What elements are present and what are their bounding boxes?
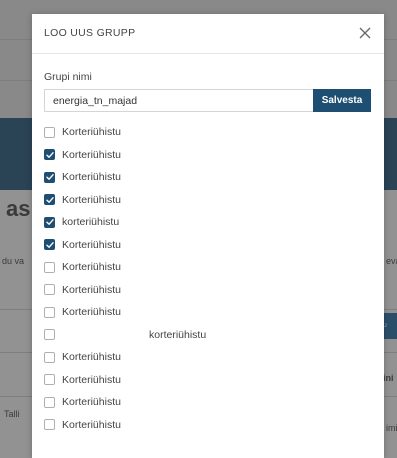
close-icon[interactable]: [355, 23, 375, 43]
modal-header: LOO UUS GRUPP: [32, 14, 384, 54]
list-item[interactable]: Korteriühistu: [44, 166, 374, 189]
group-name-input[interactable]: [44, 89, 343, 112]
checkbox[interactable]: [44, 374, 55, 386]
checkbox[interactable]: [44, 329, 55, 341]
list-item[interactable]: Korteriühistu: [44, 189, 374, 212]
list-item-label: Korteriühistu: [62, 171, 121, 184]
list-item-label: Korteriühistu: [62, 306, 121, 319]
checkmark-icon: [45, 196, 54, 203]
save-button[interactable]: Salvesta: [313, 89, 371, 112]
list-item-label: Korteriühistu: [62, 418, 121, 431]
checkmark-icon: [45, 174, 54, 181]
checkbox[interactable]: [44, 306, 55, 318]
list-item-label: korteriühistu: [149, 328, 207, 341]
checkmark-icon: [45, 219, 54, 226]
checkbox[interactable]: [44, 171, 55, 183]
checkbox[interactable]: [44, 149, 55, 161]
checkmark-icon: [45, 241, 54, 248]
checkbox[interactable]: [44, 126, 55, 138]
list-item-label: Korteriühistu: [62, 126, 121, 139]
list-item[interactable]: Korteriühistu: [44, 346, 374, 369]
association-checkbox-list: Korteriühistu Korteriühistu Korteriühistu K…: [44, 121, 374, 436]
checkbox[interactable]: [44, 239, 55, 251]
list-item[interactable]: Korteriühistu: [44, 369, 374, 392]
checkbox[interactable]: [44, 351, 55, 363]
list-item-label: Korteriühistu: [62, 238, 121, 251]
list-item-label: Korteriühistu: [62, 373, 121, 386]
checkbox[interactable]: [44, 419, 55, 431]
modal-title: LOO UUS GRUPP: [44, 27, 136, 39]
list-item-label: Korteriühistu: [62, 396, 121, 409]
group-name-label: Grupi nimi: [44, 71, 92, 83]
list-item[interactable]: Korteriühistu: [44, 234, 374, 257]
create-group-modal: LOO UUS GRUPP Grupi nimi Salvesta Korter…: [32, 14, 384, 458]
list-item[interactable]: korteriühistu: [44, 211, 374, 234]
list-item[interactable]: korteriühistu: [44, 324, 374, 347]
list-item[interactable]: Korteriühistu: [44, 301, 374, 324]
list-item-label: Korteriühistu: [62, 193, 121, 206]
checkbox[interactable]: [44, 216, 55, 228]
list-item-label: Korteriühistu: [62, 148, 121, 161]
list-item[interactable]: Korteriühistu: [44, 391, 374, 414]
checkbox[interactable]: [44, 194, 55, 206]
list-item[interactable]: Korteriühistu: [44, 144, 374, 167]
list-item[interactable]: Korteriühistu: [44, 256, 374, 279]
list-item-label: Korteriühistu: [62, 283, 121, 296]
list-item-label: Korteriühistu: [62, 261, 121, 274]
list-item[interactable]: Korteriühistu: [44, 279, 374, 302]
checkmark-icon: [45, 151, 54, 158]
checkbox[interactable]: [44, 284, 55, 296]
list-item[interactable]: Korteriühistu: [44, 414, 374, 437]
list-item[interactable]: Korteriühistu: [44, 121, 374, 144]
checkbox[interactable]: [44, 261, 55, 273]
checkbox[interactable]: [44, 396, 55, 408]
list-item-label: korteriühistu: [62, 216, 120, 229]
list-item-label: Korteriühistu: [62, 351, 121, 364]
